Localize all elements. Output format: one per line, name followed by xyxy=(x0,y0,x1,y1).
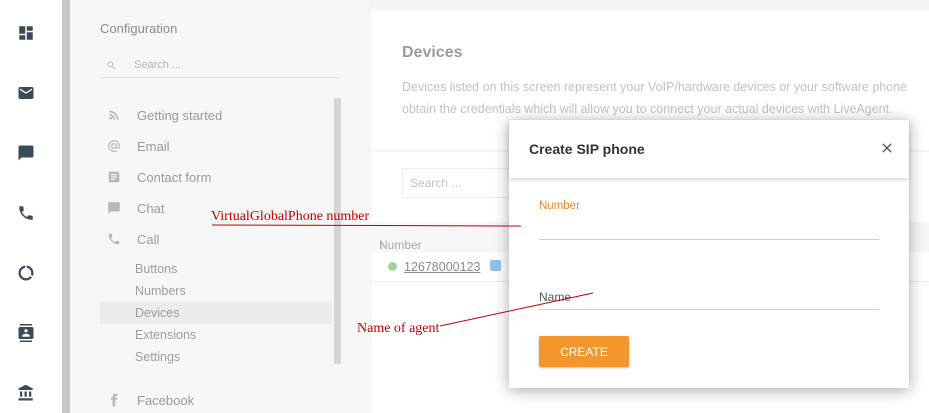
description-line: Devices listed on this screen represent … xyxy=(402,80,908,94)
sub-item-buttons[interactable]: Buttons xyxy=(100,258,332,280)
dialog-header: Create SIP phone xyxy=(509,120,909,178)
annotation-number-note: VirtualGlobalPhone number xyxy=(211,209,370,224)
close-icon[interactable] xyxy=(879,140,895,156)
create-button[interactable]: CREATE xyxy=(539,336,629,367)
name-label: Name xyxy=(539,290,572,304)
device-number-link[interactable]: 12678000123 xyxy=(404,260,480,274)
config-scrollbar[interactable] xyxy=(334,98,341,364)
config-search xyxy=(100,52,340,78)
sub-item-numbers[interactable]: Numbers xyxy=(100,280,332,302)
config-search-input[interactable] xyxy=(134,58,314,71)
nav-label: Getting started xyxy=(137,107,223,123)
status-dot xyxy=(388,262,397,271)
nav-email[interactable]: Email xyxy=(106,135,170,157)
sub-item-extensions[interactable]: Extensions xyxy=(100,324,332,346)
sub-item-settings[interactable]: Settings xyxy=(100,346,332,368)
nav-label: Call xyxy=(137,231,160,247)
rail-divider xyxy=(62,0,70,413)
nav-call[interactable]: Call xyxy=(106,228,159,250)
configuration-panel: Configuration Getting started Email Cont… xyxy=(70,0,370,413)
chat-icon[interactable] xyxy=(17,144,35,162)
grid-search-input[interactable]: Search ... xyxy=(402,168,512,198)
mail-icon[interactable] xyxy=(17,84,35,102)
page-description: Devices listed on this screen represent … xyxy=(402,76,929,120)
nav-label: Chat xyxy=(137,200,165,216)
number-label: Number xyxy=(539,200,580,212)
nav-label: Email xyxy=(137,138,170,154)
nav-facebook[interactable]: Facebook xyxy=(106,389,194,411)
nav-chat[interactable]: Chat xyxy=(106,197,164,219)
at-icon xyxy=(106,138,122,154)
dialog-title: Create SIP phone xyxy=(529,141,645,157)
reports-icon[interactable] xyxy=(17,264,35,282)
nav-contact-form[interactable]: Contact form xyxy=(106,166,211,188)
facebook-icon xyxy=(106,392,122,408)
config-title: Configuration xyxy=(100,21,178,36)
search-icon xyxy=(106,58,120,72)
name-input[interactable] xyxy=(539,288,879,310)
description-line: obtain the credentials which will allow … xyxy=(402,102,893,116)
contacts-icon[interactable] xyxy=(17,324,35,342)
icon-rail xyxy=(0,0,62,413)
nav-getting-started[interactable]: Getting started xyxy=(106,104,222,126)
create-sip-phone-dialog: Create SIP phone Number Name CREATE xyxy=(509,120,909,388)
number-input[interactable] xyxy=(539,218,879,240)
chat-icon xyxy=(106,200,122,216)
sub-item-devices[interactable]: Devices xyxy=(100,302,332,324)
nav-label: Contact form xyxy=(137,169,212,185)
form-icon xyxy=(106,169,122,185)
rss-icon xyxy=(106,107,122,123)
bank-icon[interactable] xyxy=(17,384,35,402)
dashboard-icon[interactable] xyxy=(17,24,35,42)
page-title: Devices xyxy=(402,44,463,61)
phone-icon xyxy=(106,231,122,247)
column-label: Number xyxy=(379,238,422,252)
annotation-name-note: Name of agent xyxy=(357,321,440,336)
copy-icon[interactable] xyxy=(490,260,501,271)
phone-icon[interactable] xyxy=(17,204,35,222)
nav-label: Facebook xyxy=(137,392,195,408)
